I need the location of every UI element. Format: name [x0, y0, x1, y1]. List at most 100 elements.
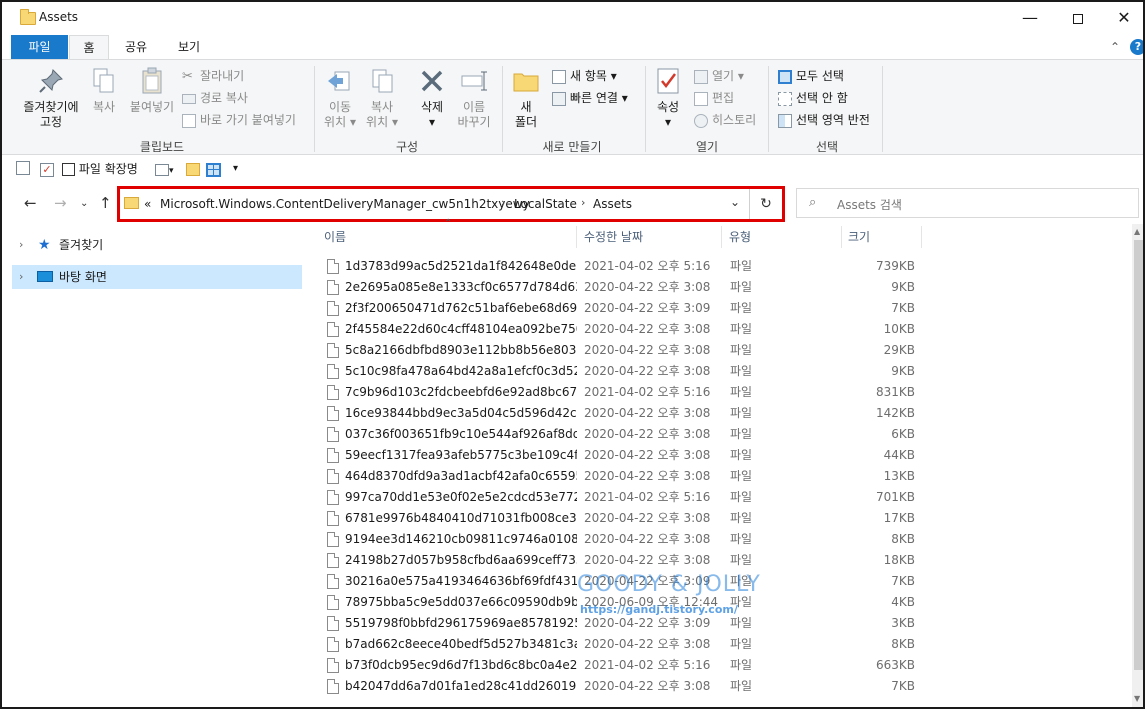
- copy-to-icon: [372, 69, 393, 93]
- rename-button[interactable]: 이름 바꾸기: [454, 66, 494, 130]
- column-header-date[interactable]: 수정한 날짜: [584, 224, 643, 250]
- open-button[interactable]: 열기 ▾: [694, 66, 744, 86]
- folder-qat-icon[interactable]: [186, 161, 200, 177]
- move-to-button[interactable]: 이동 위치 ▾: [322, 66, 358, 130]
- paste-button[interactable]: 붙여넣기: [126, 66, 178, 115]
- cut-button[interactable]: ✂ 잘라내기: [182, 66, 244, 86]
- copy-to-button[interactable]: 복사 위치 ▾: [364, 66, 400, 130]
- file-row[interactable]: 24198b27d057b958cfbd6aa699ceff733... 2020…: [305, 550, 1132, 571]
- expand-chevron-icon[interactable]: ›: [19, 233, 23, 257]
- navigation-pane: › ★ 즐겨찾기 › 바탕 화면: [2, 224, 305, 707]
- pin-to-quick-access-button[interactable]: 즐겨찾기에 고정: [16, 66, 86, 130]
- file-row[interactable]: 2e2695a085e8e1333cf0c6577d784d63... 2020-…: [305, 277, 1132, 298]
- file-extensions-checkbox[interactable]: 파일 확장명: [62, 161, 138, 177]
- file-row[interactable]: 59eecf1317fea93afeb5775c3be109c4f8... 202…: [305, 445, 1132, 466]
- scroll-thumb[interactable]: [1134, 240, 1143, 670]
- tab-home[interactable]: 홈: [69, 35, 109, 59]
- column-header-type[interactable]: 유형: [729, 224, 751, 250]
- breadcrumb-item[interactable]: LocalState: [514, 197, 577, 211]
- copy-path-button[interactable]: 경로 복사: [182, 88, 248, 108]
- breadcrumb-item[interactable]: Assets: [593, 197, 632, 211]
- file-row[interactable]: 9194ee3d146210cb09811c9746a0108f... 2020-…: [305, 529, 1132, 550]
- column-divider[interactable]: [921, 226, 922, 248]
- forward-arrow-icon[interactable]: →: [54, 194, 67, 212]
- quick-access-toolbar: ✓ 파일 확장명 ▾ ▾: [2, 155, 1143, 183]
- check-qat-icon[interactable]: ✓: [40, 161, 54, 177]
- maximize-button[interactable]: [1055, 2, 1101, 34]
- breadcrumb-overflow[interactable]: «: [144, 197, 151, 211]
- grid-qat-icon[interactable]: [206, 161, 221, 177]
- file-name: 7c9b96d103c2fdcbeebfd6e92ad8bc67d...: [345, 385, 577, 399]
- address-dropdown-icon[interactable]: ⌄: [730, 195, 740, 209]
- tab-share[interactable]: 공유: [116, 35, 156, 59]
- paste-label: 붙여넣기: [129, 100, 175, 114]
- tab-file[interactable]: 파일: [11, 35, 68, 59]
- file-type: 파일: [730, 364, 753, 378]
- address-bar[interactable]: « Microsoft.Windows.ContentDeliveryManag…: [117, 186, 785, 222]
- breadcrumb-item[interactable]: Microsoft.Windows.ContentDeliveryManager…: [160, 197, 530, 211]
- file-row[interactable]: 2f45584e22d60c4cff48104ea092be750... 2020…: [305, 319, 1132, 340]
- easy-access-button[interactable]: 빠른 연결 ▾: [552, 88, 628, 108]
- file-row[interactable]: 464d8370dfd9a3ad1acbf42afa0c65595... 2020…: [305, 466, 1132, 487]
- scroll-up-icon[interactable]: ▲: [1134, 227, 1140, 236]
- file-type: 파일: [730, 616, 753, 630]
- customize-qat-icon[interactable]: ▾: [233, 161, 238, 177]
- file-row[interactable]: 5c8a2166dbfbd8903e112bb8b56e8031... 2020-…: [305, 340, 1132, 361]
- file-row[interactable]: 7c9b96d103c2fdcbeebfd6e92ad8bc67d... 2021…: [305, 382, 1132, 403]
- file-size: 29KB: [883, 343, 915, 357]
- column-divider[interactable]: [841, 226, 842, 248]
- invert-selection-button[interactable]: 선택 영역 반전: [778, 110, 870, 130]
- column-header-name[interactable]: 이름: [324, 224, 346, 250]
- tree-item-quick-access[interactable]: › ★ 즐겨찾기: [12, 233, 302, 257]
- select-all-button[interactable]: 모두 선택: [778, 66, 844, 86]
- file-row[interactable]: b42047dd6a7d01fa1ed28c41dd260199... 2020-…: [305, 676, 1132, 697]
- file-row[interactable]: 5c10c98fa478a64bd42a8a1efcf0c3d52... 2020…: [305, 361, 1132, 382]
- column-header-size[interactable]: 크기: [848, 224, 870, 250]
- recent-locations-chevron-icon[interactable]: ⌄: [80, 198, 88, 209]
- minimize-button[interactable]: —: [1007, 2, 1053, 34]
- file-row[interactable]: 997ca70dd1e53e0f02e5e2cdcd53e772... 2021-…: [305, 487, 1132, 508]
- refresh-icon[interactable]: ↻: [749, 189, 782, 219]
- file-row[interactable]: 16ce93844bbd9ec3a5d04c5d596d42c3... 2020-…: [305, 403, 1132, 424]
- file-row[interactable]: 037c36f003651fb9c10e544af926af8dd... 2020…: [305, 424, 1132, 445]
- clipboard-icon: [142, 67, 162, 94]
- file-name: b7ad662c8eece40bedf5d527b3481c3a...: [345, 637, 577, 651]
- paste-shortcut-button[interactable]: 바로 가기 붙여넣기: [182, 110, 296, 130]
- collapse-ribbon-icon[interactable]: ⌃: [1110, 40, 1120, 54]
- delete-button[interactable]: 삭제 ▾: [414, 66, 450, 130]
- file-row[interactable]: 1d3783d99ac5d2521da1f842648e0de3... 2021-…: [305, 256, 1132, 277]
- column-divider[interactable]: [721, 226, 722, 248]
- file-row[interactable]: 5519798f0bbfd296175969ae85781925... 2020-…: [305, 613, 1132, 634]
- select-none-button[interactable]: 선택 안 함: [778, 88, 848, 108]
- vertical-scrollbar[interactable]: ▲ ▼: [1132, 224, 1143, 707]
- file-row[interactable]: 6781e9976b4840410d71031fb008ce3... 2020-0…: [305, 508, 1132, 529]
- breadcrumb-chevron-icon[interactable]: ›: [581, 196, 585, 209]
- close-button[interactable]: ✕: [1101, 2, 1143, 34]
- tree-item-desktop[interactable]: › 바탕 화면: [12, 265, 302, 289]
- up-arrow-icon[interactable]: ↑: [99, 194, 112, 212]
- file-row[interactable]: b7ad662c8eece40bedf5d527b3481c3a... 2020-…: [305, 634, 1132, 655]
- search-input[interactable]: ⌕ Assets 검색: [796, 188, 1139, 218]
- scroll-down-icon[interactable]: ▼: [1134, 694, 1140, 703]
- tab-view[interactable]: 보기: [168, 35, 210, 59]
- breadcrumb-chevron-icon[interactable]: ›: [501, 196, 505, 209]
- expand-chevron-icon[interactable]: ›: [19, 265, 23, 289]
- ribbon: 즐겨찾기에 고정 복사 붙여넣기 ✂ 잘라내기 경로 복사 바로 가기 붙여넣기 …: [2, 59, 1143, 155]
- history-button[interactable]: 히스토리: [694, 110, 756, 130]
- file-type: 파일: [730, 511, 753, 525]
- file-row[interactable]: 2f3f200650471d762c51baf6ebe68d69... 2020-…: [305, 298, 1132, 319]
- column-divider[interactable]: [576, 226, 577, 248]
- new-item-button[interactable]: 새 항목 ▾: [552, 66, 617, 86]
- file-name: 30216a0e575a4193464636bf69fdf431...: [345, 574, 577, 588]
- easy-access-icon: [552, 91, 566, 106]
- file-row[interactable]: b73f0dcb95ec9d6d7f13bd6c8bc0a4e2f... 2021…: [305, 655, 1132, 676]
- back-arrow-icon[interactable]: ←: [24, 194, 37, 212]
- layout-qat-icon[interactable]: ▾: [155, 161, 174, 177]
- new-folder-button[interactable]: 새 폴더: [510, 66, 542, 130]
- properties-button[interactable]: 속성 ▾: [652, 66, 684, 130]
- properties-qat-icon[interactable]: [16, 161, 30, 177]
- easy-access-label: 빠른 연결: [570, 91, 618, 105]
- help-icon[interactable]: ?: [1130, 39, 1143, 55]
- edit-button[interactable]: 편집: [694, 88, 734, 108]
- copy-button[interactable]: 복사: [88, 66, 120, 115]
